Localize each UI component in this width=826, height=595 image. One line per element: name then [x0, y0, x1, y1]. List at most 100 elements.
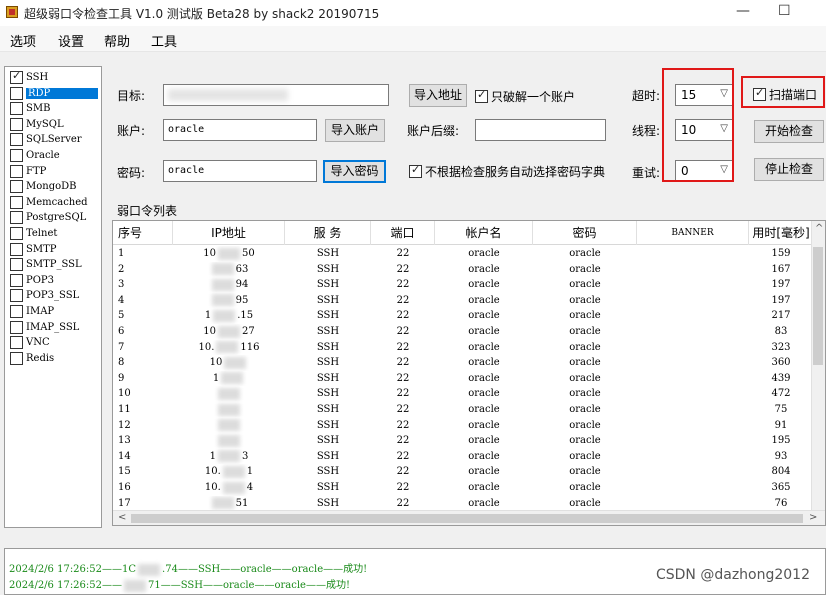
column-header-time[interactable]: 用时[毫秒] — [749, 221, 813, 245]
maximize-button[interactable]: ☐ — [778, 3, 791, 19]
cell-password: oracle — [569, 279, 601, 291]
checkbox-icon[interactable] — [10, 273, 23, 287]
cell-password: oracle — [569, 388, 601, 400]
vertical-scrollbar[interactable]: ^ — [811, 221, 825, 511]
menu-settings[interactable]: 设置 — [58, 31, 84, 50]
table-row[interactable]: 4 SSH 22 oracle oracle 197 95 — [113, 293, 813, 309]
protocol-item-pop3_ssl[interactable]: POP3_SSL — [10, 288, 79, 303]
checkbox-icon[interactable] — [10, 242, 23, 256]
checkbox-icon[interactable] — [10, 133, 23, 147]
protocol-item-smtp[interactable]: SMTP — [10, 242, 57, 257]
column-header-port[interactable]: 端口 — [371, 221, 435, 245]
protocol-item-redis[interactable]: Redis — [10, 351, 54, 366]
protocol-item-imap_ssl[interactable]: IMAP_SSL — [10, 320, 79, 335]
checkbox-icon[interactable] — [10, 102, 23, 116]
checkbox-icon[interactable] — [10, 149, 23, 162]
table-row[interactable]: 2 SSH 22 oracle oracle 167 63 — [113, 262, 813, 278]
checkbox-icon[interactable] — [10, 180, 23, 194]
protocol-item-postgresql[interactable]: PostgreSQL — [10, 210, 86, 225]
checkbox-icon[interactable] — [10, 289, 23, 303]
log-password: oracle — [291, 564, 324, 575]
checkbox-icon[interactable] — [10, 117, 23, 131]
checkbox-icon[interactable] — [10, 195, 23, 209]
checkbox-icon[interactable] — [10, 227, 23, 240]
app-icon — [6, 6, 18, 18]
weak-password-table[interactable]: 序号 IP地址 服 务 端口 帐户名 密码 BANNER 用时[毫秒] 1 SSH… — [112, 220, 826, 526]
checkbox-icon[interactable] — [10, 211, 23, 225]
no-auto-dict-checkbox[interactable]: 不根据检查服务自动选择密码字典 — [409, 163, 605, 180]
checkbox-icon[interactable] — [10, 164, 23, 178]
import-address-button[interactable]: 导入地址 — [409, 84, 467, 107]
protocol-list[interactable]: SSH RDP SMB MySQL SQLServer Oracle FTP MongoDB M… — [4, 66, 102, 528]
password-input[interactable]: oracle — [163, 160, 317, 182]
import-account-button[interactable]: 导入账户 — [325, 119, 385, 142]
protocol-item-smtp_ssl[interactable]: SMTP_SSL — [10, 257, 82, 272]
table-row[interactable]: 12 SSH 22 oracle oracle 91 — [113, 418, 813, 434]
table-row[interactable]: 14 SSH 22 oracle oracle 93 1 3 — [113, 449, 813, 465]
protocol-item-oracle[interactable]: Oracle — [10, 148, 60, 163]
import-password-button[interactable]: 导入密码 — [323, 160, 386, 183]
protocol-item-ssh[interactable]: SSH — [10, 69, 48, 85]
table-row[interactable]: 16 SSH 22 oracle oracle 365 10. 4 — [113, 480, 813, 496]
scroll-right-icon[interactable]: > — [809, 512, 817, 523]
protocol-item-telnet[interactable]: Telnet — [10, 226, 57, 241]
checkbox-icon[interactable] — [10, 336, 23, 350]
protocol-item-mongodb[interactable]: MongoDB — [10, 179, 77, 194]
table-row[interactable]: 13 SSH 22 oracle oracle 195 — [113, 433, 813, 449]
cell-password: oracle — [569, 341, 601, 353]
horizontal-scroll-thumb[interactable] — [131, 514, 803, 523]
column-header-user[interactable]: 帐户名 — [435, 221, 533, 245]
horizontal-scrollbar[interactable]: < > — [113, 510, 825, 525]
checkbox-icon[interactable] — [10, 351, 23, 365]
vertical-scroll-thumb[interactable] — [813, 247, 823, 365]
protocol-item-vnc[interactable]: VNC — [10, 335, 50, 350]
protocol-item-sqlserver[interactable]: SQLServer — [10, 132, 82, 147]
stop-check-button[interactable]: 停止检查 — [754, 158, 824, 181]
redacted-ip — [218, 419, 240, 432]
table-row[interactable]: 9 SSH 22 oracle oracle 439 1 — [113, 371, 813, 387]
table-row[interactable]: 10 SSH 22 oracle oracle 472 — [113, 386, 813, 402]
protocol-label: FTP — [26, 165, 47, 177]
table-row[interactable]: 15 SSH 22 oracle oracle 804 10. 1 — [113, 464, 813, 480]
table-row[interactable]: 6 SSH 22 oracle oracle 83 10 27 — [113, 324, 813, 340]
table-row[interactable]: 17 SSH 22 oracle oracle 76 51 — [113, 496, 813, 512]
log-ip-suffix: 71 — [148, 580, 161, 591]
protocol-item-pop3[interactable]: POP3 — [10, 273, 54, 288]
table-row[interactable]: 5 SSH 22 oracle oracle 217 1.15 — [113, 308, 813, 324]
cell-service: SSH — [316, 279, 340, 291]
protocol-item-ftp[interactable]: FTP — [10, 164, 46, 179]
checkbox-icon[interactable] — [10, 86, 23, 100]
column-header-no[interactable]: 序号 — [113, 221, 173, 245]
column-header-banner[interactable]: BANNER — [637, 221, 749, 245]
table-row[interactable]: 1 SSH 22 oracle oracle 159 10 50 — [113, 246, 813, 262]
checkbox-icon[interactable] — [10, 69, 23, 84]
menu-tools[interactable]: 工具 — [151, 31, 177, 50]
minimize-button[interactable]: — — [736, 3, 750, 19]
cell-banner — [637, 355, 749, 371]
checkbox-icon[interactable] — [10, 258, 23, 272]
checkbox-icon[interactable] — [10, 305, 23, 318]
table-row[interactable]: 8 SSH 22 oracle oracle 360 10 — [113, 355, 813, 371]
scroll-left-icon[interactable]: < — [118, 512, 126, 523]
table-row[interactable]: 7 SSH 22 oracle oracle 323 10. 116 — [113, 340, 813, 356]
column-header-service[interactable]: 服 务 — [285, 221, 371, 245]
target-input[interactable] — [163, 84, 389, 106]
protocol-item-smb[interactable]: SMB — [10, 101, 50, 116]
protocol-item-rdp[interactable]: RDP — [10, 86, 98, 101]
grid-title: 弱口令列表 — [117, 204, 178, 218]
account-input[interactable]: oracle — [163, 119, 317, 141]
start-check-button[interactable]: 开始检查 — [754, 120, 824, 143]
checkbox-icon[interactable] — [10, 320, 23, 334]
column-header-ip[interactable]: IP地址 — [173, 221, 285, 245]
protocol-item-mysql[interactable]: MySQL — [10, 117, 64, 132]
menu-options[interactable]: 选项 — [10, 31, 36, 50]
table-row[interactable]: 3 SSH 22 oracle oracle 197 94 — [113, 277, 813, 293]
protocol-item-imap[interactable]: IMAP — [10, 304, 54, 319]
scroll-up-icon[interactable]: ^ — [815, 223, 823, 234]
account-suffix-input[interactable] — [475, 119, 606, 141]
protocol-item-memcached[interactable]: Memcached — [10, 195, 88, 210]
column-header-password[interactable]: 密码 — [533, 221, 637, 245]
only-one-account-checkbox[interactable]: 只破解一个账户 — [475, 88, 575, 105]
table-row[interactable]: 11 SSH 22 oracle oracle 75 — [113, 402, 813, 418]
menu-help[interactable]: 帮助 — [104, 31, 130, 50]
